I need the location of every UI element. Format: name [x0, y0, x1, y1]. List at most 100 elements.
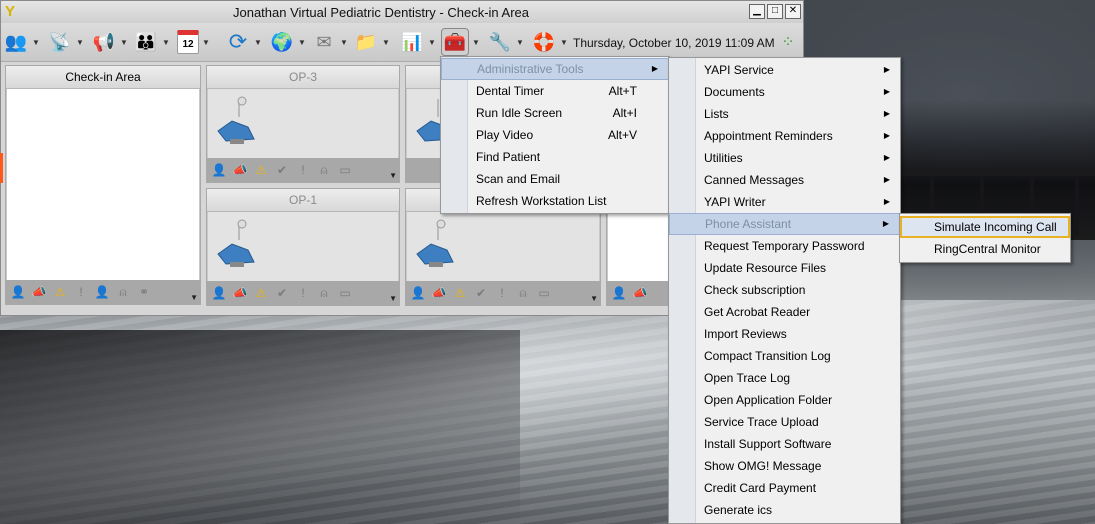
- alert-icon[interactable]: !: [295, 162, 311, 178]
- menu-item-open-application-folder[interactable]: Open Application Folder: [669, 389, 900, 411]
- operatory-body[interactable]: [608, 212, 668, 281]
- datetime-display: Thursday, October 10, 2019 11:09 AM: [573, 36, 775, 50]
- menu-item-play-video[interactable]: Play Video Alt+V: [441, 124, 669, 146]
- op3-panel: OP-3 👤 📣 ⚠ ✔ ! ⍝ ▭ ▼: [206, 65, 400, 183]
- link-icon[interactable]: ⚭: [136, 284, 152, 300]
- megaphone-icon[interactable]: 📣: [232, 162, 248, 178]
- folder-icon[interactable]: ▭: [337, 285, 353, 301]
- megaphone-button[interactable]: 📢 ▼: [91, 27, 128, 57]
- people-button[interactable]: 👪 ▼: [133, 27, 170, 57]
- menu-item-label: Canned Messages: [704, 173, 805, 187]
- menu-item-ringcentral-monitor[interactable]: RingCentral Monitor: [900, 238, 1070, 260]
- alert-icon[interactable]: !: [73, 284, 89, 300]
- patient-icon[interactable]: 👤: [10, 284, 26, 300]
- help-button[interactable]: 🛟 ▼: [531, 27, 568, 57]
- chevron-down-icon[interactable]: ▼: [190, 293, 198, 302]
- wrench-button[interactable]: 🔧 ▼: [487, 27, 524, 57]
- megaphone-icon[interactable]: 📣: [31, 284, 47, 300]
- warning-icon[interactable]: ⚠: [253, 285, 269, 301]
- menu-item-generate-ics[interactable]: Generate ics: [669, 499, 900, 521]
- chevron-down-icon: ▼: [516, 37, 524, 47]
- toolbox-button[interactable]: 🧰 ▼: [441, 27, 480, 57]
- menu-item-label: YAPI Service: [704, 63, 774, 77]
- menu-item-utilities[interactable]: Utilities ▶: [669, 147, 900, 169]
- chevron-down-icon[interactable]: ▼: [389, 171, 397, 180]
- menu-item-request-temporary-password[interactable]: Request Temporary Password: [669, 235, 900, 257]
- menu-item-phone-assistant[interactable]: Phone Assistant ▶: [669, 213, 900, 235]
- folder-icon[interactable]: ▭: [337, 162, 353, 178]
- menu-item-lists[interactable]: Lists ▶: [669, 103, 900, 125]
- refresh-button[interactable]: ⟳ ▼: [225, 27, 262, 57]
- menu-item-show-omg-message[interactable]: Show OMG! Message: [669, 455, 900, 477]
- op3-body[interactable]: [208, 89, 398, 158]
- warning-icon[interactable]: ⚠: [452, 285, 468, 301]
- operatory-body[interactable]: [407, 212, 599, 281]
- menu-item-update-resource-files[interactable]: Update Resource Files: [669, 257, 900, 279]
- grid-button[interactable]: ⁘: [775, 27, 801, 57]
- chevron-down-icon[interactable]: ▼: [389, 294, 397, 303]
- patient-icon[interactable]: 👤: [211, 285, 227, 301]
- background-pier-deck: [900, 168, 1095, 176]
- patient-icon[interactable]: 👤: [211, 162, 227, 178]
- calendar-icon: 12: [177, 30, 199, 54]
- menu-item-appointment-reminders[interactable]: Appointment Reminders ▶: [669, 125, 900, 147]
- menu-item-credit-card-payment[interactable]: Credit Card Payment: [669, 477, 900, 499]
- menu-item-administrative-tools[interactable]: Administrative Tools ▶: [441, 58, 669, 80]
- menu-item-documents[interactable]: Documents ▶: [669, 81, 900, 103]
- menu-item-scan-and-email[interactable]: Scan and Email: [441, 168, 669, 190]
- warning-icon[interactable]: ⚠: [52, 284, 68, 300]
- menu-item-service-trace-upload[interactable]: Service Trace Upload: [669, 411, 900, 433]
- menu-item-install-support-software[interactable]: Install Support Software: [669, 433, 900, 455]
- megaphone-icon[interactable]: 📣: [232, 285, 248, 301]
- menu-item-simulate-incoming-call[interactable]: Simulate Incoming Call: [900, 216, 1070, 238]
- menu-item-open-trace-log[interactable]: Open Trace Log: [669, 367, 900, 389]
- chevron-right-icon: ▶: [883, 153, 890, 162]
- globe-button[interactable]: 🌍 ▼: [269, 27, 306, 57]
- patients-button[interactable]: 👥 ▼: [3, 27, 40, 57]
- check-icon[interactable]: ✔: [274, 162, 290, 178]
- calendar-button[interactable]: 12 ▼: [177, 27, 210, 57]
- menu-item-dental-timer[interactable]: Dental Timer Alt+T: [441, 80, 669, 102]
- chart-button[interactable]: 📊 ▼: [399, 27, 436, 57]
- doctor-icon[interactable]: ⍝: [316, 285, 332, 301]
- op1-body[interactable]: [208, 212, 398, 281]
- menu-item-find-patient[interactable]: Find Patient: [441, 146, 669, 168]
- panel-title: OP-3: [207, 66, 399, 89]
- person-icon[interactable]: 👤: [94, 284, 110, 300]
- menu-item-run-idle-screen[interactable]: Run Idle Screen Alt+I: [441, 102, 669, 124]
- close-button[interactable]: ✕: [785, 4, 801, 19]
- menu-item-compact-transition-log[interactable]: Compact Transition Log: [669, 345, 900, 367]
- menu-item-yapi-service[interactable]: YAPI Service ▶: [669, 59, 900, 81]
- chevron-right-icon: ▶: [883, 109, 890, 118]
- people-icon: 👪: [134, 31, 158, 52]
- megaphone-icon[interactable]: 📣: [632, 285, 648, 301]
- menu-item-label: YAPI Writer: [704, 195, 766, 209]
- chevron-down-icon[interactable]: ▼: [590, 294, 598, 303]
- doctor-icon[interactable]: ⍝: [515, 285, 531, 301]
- folder-button[interactable]: 📁 ▼: [353, 27, 390, 57]
- megaphone-icon[interactable]: 📣: [431, 285, 447, 301]
- mail-button[interactable]: ✉ ▼: [311, 27, 347, 57]
- check-icon[interactable]: ✔: [473, 285, 489, 301]
- warning-icon[interactable]: ⚠: [253, 162, 269, 178]
- check-icon[interactable]: ✔: [274, 285, 290, 301]
- antenna-button[interactable]: 📡 ▼: [47, 27, 84, 57]
- menu-item-refresh-workstation-list[interactable]: Refresh Workstation List: [441, 190, 669, 212]
- menu-item-canned-messages[interactable]: Canned Messages ▶: [669, 169, 900, 191]
- menu-item-check-subscription[interactable]: Check subscription: [669, 279, 900, 301]
- menu-item-label: Show OMG! Message: [704, 459, 822, 473]
- minimize-button[interactable]: ▁: [749, 4, 765, 19]
- folder-icon[interactable]: ▭: [536, 285, 552, 301]
- maximize-button[interactable]: □: [767, 4, 783, 19]
- patient-icon[interactable]: 👤: [410, 285, 426, 301]
- toolbox-icon: 🧰: [441, 28, 469, 56]
- alert-icon[interactable]: !: [295, 285, 311, 301]
- patient-icon[interactable]: 👤: [611, 285, 627, 301]
- menu-item-get-acrobat-reader[interactable]: Get Acrobat Reader: [669, 301, 900, 323]
- menu-item-yapi-writer[interactable]: YAPI Writer ▶: [669, 191, 900, 213]
- menu-item-import-reviews[interactable]: Import Reviews: [669, 323, 900, 345]
- checkin-list[interactable]: [7, 89, 199, 280]
- doctor-icon[interactable]: ⍝: [115, 284, 131, 300]
- alert-icon[interactable]: !: [494, 285, 510, 301]
- doctor-icon[interactable]: ⍝: [316, 162, 332, 178]
